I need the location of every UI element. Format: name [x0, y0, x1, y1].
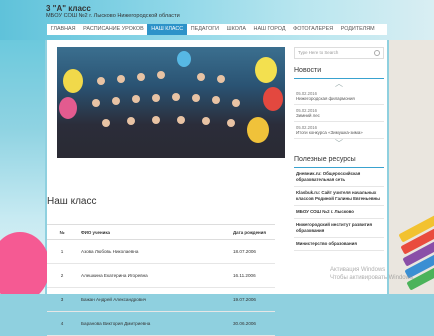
- site-title[interactable]: 3 "А" класс: [46, 4, 91, 13]
- windows-activation-watermark: Активация Windows Чтобы активировать Win…: [330, 266, 415, 283]
- news-link[interactable]: Нижегородская филармония: [296, 96, 382, 101]
- table-row: 1 Азова Любовь Николаевна 18.07.2006: [47, 240, 275, 264]
- row-number: 4: [60, 321, 64, 326]
- resource-link[interactable]: Нижегородский институт развития образова…: [294, 219, 384, 238]
- watermark-line: Активация Windows: [330, 267, 386, 273]
- news-link[interactable]: Зимний лес: [296, 113, 382, 118]
- row-birthdate: 19.07.2006: [233, 297, 256, 302]
- row-number: 1: [60, 249, 64, 254]
- main-nav: ГЛАВНАЯ РАСПИСАНИЕ УРОКОВ НАШ КЛАСС ПЕДА…: [47, 24, 387, 35]
- news-widget-title: Новости: [294, 67, 384, 79]
- nav-item-teachers[interactable]: ПЕДАГОГИ: [187, 24, 223, 35]
- row-birthdate: 30.06.2006: [233, 321, 256, 326]
- resource-link[interactable]: МБОУ СОШ №2 г. Лысково: [294, 206, 384, 219]
- nav-item-our-city[interactable]: НАШ ГОРОД: [250, 24, 290, 35]
- nav-item-home[interactable]: ГЛАВНАЯ: [47, 24, 79, 35]
- content-panel: Наш класс № ФИО ученика Дата рождения 1 …: [47, 40, 387, 336]
- search-icon[interactable]: [374, 50, 380, 56]
- resource-link[interactable]: Дневник.ru: Общероссийская образовательн…: [294, 168, 384, 187]
- nav-item-photo-gallery[interactable]: ФОТОГАЛЕРЕЯ: [289, 24, 337, 35]
- column-header-name: ФИО ученика: [81, 229, 110, 235]
- row-name: Бажан Андрей Александрович: [81, 297, 147, 302]
- nav-item-school[interactable]: ШКОЛА: [223, 24, 250, 35]
- news-item[interactable]: 05.02.2016 Нижегородская филармония: [294, 88, 384, 105]
- row-birthdate: 18.07.2006: [233, 249, 256, 254]
- chevron-down-icon[interactable]: ﹀: [294, 139, 384, 148]
- site-subtitle: МБОУ СОШ №2 г. Лысково Нижегородской обл…: [46, 13, 180, 19]
- class-photo: [57, 47, 285, 158]
- nav-item-schedule[interactable]: РАСПИСАНИЕ УРОКОВ: [79, 24, 147, 35]
- nav-item-parents[interactable]: РОДИТЕЛЯМ: [337, 24, 378, 35]
- search-placeholder: Type Here to Search: [298, 50, 339, 55]
- students-table: № ФИО ученика Дата рождения 1 Азова Любо…: [47, 224, 275, 336]
- sidebar: Type Here to Search Новости ︿ 05.02.2016…: [294, 47, 384, 251]
- row-name: Алешкина Екатерина Игоревна: [81, 273, 148, 278]
- search-input[interactable]: Type Here to Search: [294, 47, 384, 59]
- page-title: Наш класс: [47, 196, 97, 207]
- row-number: 3: [60, 297, 64, 302]
- background-right: [389, 40, 434, 294]
- news-item[interactable]: 05.02.2016 Итоги конкурса «Зимушка-зима»: [294, 122, 384, 139]
- chevron-up-icon[interactable]: ︿: [294, 79, 384, 88]
- resources-widget-title: Полезные ресурсы: [294, 156, 384, 168]
- news-item[interactable]: 05.02.2016 Зимний лес: [294, 105, 384, 122]
- table-row: 3 Бажан Андрей Александрович 19.07.2006: [47, 288, 275, 312]
- watermark-line: Чтобы активировать Windows,: [330, 275, 415, 282]
- table-header: № ФИО ученика Дата рождения: [47, 224, 275, 240]
- row-number: 2: [60, 273, 64, 278]
- table-row: 4 Баранова Виктория Дмитриевна 30.06.200…: [47, 312, 275, 336]
- nav-item-our-class[interactable]: НАШ КЛАСС: [147, 24, 187, 35]
- column-header-number: №: [59, 229, 65, 235]
- resource-link[interactable]: Министерство образования: [294, 238, 384, 251]
- resource-link[interactable]: Klasbuk.ru: Сайт учителя начальных класс…: [294, 187, 384, 206]
- table-row: 2 Алешкина Екатерина Игоревна 16.11.2006: [47, 264, 275, 288]
- row-name: Азова Любовь Николаевна: [81, 249, 139, 254]
- row-birthdate: 16.11.2006: [233, 273, 256, 278]
- news-link[interactable]: Итоги конкурса «Зимушка-зима»: [296, 130, 382, 135]
- column-header-birthdate: Дата рождения: [233, 229, 266, 235]
- row-name: Баранова Виктория Дмитриевна: [81, 321, 151, 326]
